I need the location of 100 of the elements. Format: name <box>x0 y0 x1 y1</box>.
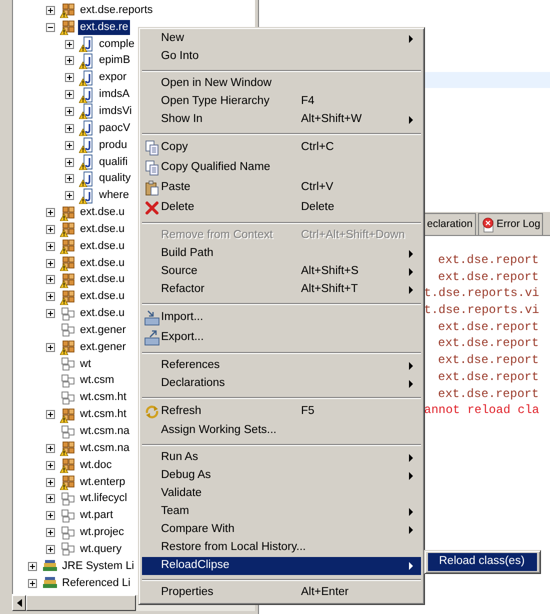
menu-item[interactable]: Properties Alt+Enter <box>142 584 421 602</box>
tree-item[interactable]: paocV <box>97 120 132 136</box>
empty-package-icon <box>60 390 76 406</box>
expand-toggle[interactable] <box>46 258 55 268</box>
tree-item[interactable]: JRE System Li <box>60 558 136 574</box>
expand-toggle[interactable] <box>46 410 55 420</box>
menu-item[interactable]: Refactor Alt+Shift+T <box>142 281 421 299</box>
expand-toggle[interactable] <box>65 40 74 49</box>
expand-toggle[interactable] <box>65 140 74 150</box>
menu-item[interactable]: New <box>142 30 421 48</box>
expand-toggle[interactable] <box>28 578 37 588</box>
expand-toggle[interactable] <box>46 242 55 251</box>
menu-item[interactable]: Go Into <box>142 48 421 66</box>
menu-item[interactable]: ReloadClipse <box>142 557 421 575</box>
expand-toggle[interactable] <box>46 224 55 234</box>
tree-item[interactable]: wt.lifecycl <box>78 491 130 506</box>
tree-item[interactable]: wt.csm.na <box>78 424 132 440</box>
menu-item[interactable]: Copy Ctrl+C <box>142 138 421 158</box>
tree-item[interactable]: produ <box>97 138 130 153</box>
tree-item[interactable]: ext.dse.u <box>78 222 127 237</box>
expand-toggle[interactable] <box>46 460 55 470</box>
expand-toggle[interactable] <box>65 106 74 116</box>
tree-item[interactable]: quality <box>97 171 133 186</box>
tree-item[interactable]: epimB <box>97 53 132 68</box>
tree-item[interactable]: wt.csm.ht <box>78 390 128 406</box>
expand-toggle[interactable] <box>46 309 55 318</box>
tree-item[interactable]: Referenced Li <box>60 576 132 591</box>
collapse-toggle[interactable] <box>46 22 55 32</box>
menu-item[interactable]: Import... <box>142 308 421 328</box>
tree-item[interactable]: wt.csm.ht <box>78 407 128 422</box>
tree-item[interactable]: wt.enterp <box>78 474 128 490</box>
tree-item[interactable]: expor <box>97 70 129 86</box>
menu-item[interactable]: Show In Alt+Shift+W <box>142 111 421 129</box>
expand-toggle[interactable] <box>46 528 55 538</box>
menu-item[interactable]: Compare With <box>142 521 421 539</box>
expand-toggle[interactable] <box>46 6 55 15</box>
scroll-thumb[interactable] <box>26 595 136 611</box>
expand-toggle[interactable] <box>65 90 74 100</box>
menu-item[interactable]: Copy Qualified Name <box>142 158 421 178</box>
expand-toggle[interactable] <box>65 73 74 82</box>
menu-item[interactable]: Refresh F5 <box>142 402 421 422</box>
console-line: ext.dse.report <box>438 353 539 368</box>
expand-toggle[interactable] <box>65 124 74 133</box>
expand-toggle[interactable] <box>65 174 74 184</box>
expand-toggle[interactable] <box>46 494 55 504</box>
expand-toggle[interactable] <box>46 478 55 487</box>
tree-item[interactable]: where <box>97 188 131 204</box>
tree-item[interactable]: imdsVi <box>97 104 134 119</box>
tree-item[interactable]: wt.csm <box>78 373 116 388</box>
menu-item[interactable]: Open Type Hierarchy F4 <box>142 93 421 111</box>
tree-item[interactable]: ext.gener <box>78 340 128 355</box>
expand-toggle[interactable] <box>46 208 55 218</box>
menu-item[interactable]: Delete Delete <box>142 198 421 218</box>
menu-item[interactable]: Assign Working Sets... <box>142 422 421 440</box>
menu-item[interactable]: Validate <box>142 485 421 503</box>
tree-item[interactable]: imdsA <box>97 87 132 102</box>
menu-item[interactable]: Restore from Local History... <box>142 539 421 557</box>
tree-item[interactable]: ext.dse.u <box>78 238 127 254</box>
expand-toggle[interactable] <box>46 544 55 554</box>
scroll-left-button[interactable] <box>12 595 26 611</box>
menu-item[interactable]: Source Alt+Shift+S <box>142 263 421 281</box>
tree-item[interactable]: wt.csm.na <box>78 440 132 456</box>
expand-toggle[interactable] <box>28 562 37 571</box>
view-tab[interactable]: Error Log <box>478 213 544 235</box>
tree-item[interactable]: ext.dse.u <box>78 205 127 220</box>
menu-item[interactable]: Export... <box>142 328 421 348</box>
menu-item[interactable]: Run As <box>142 449 421 467</box>
tree-item[interactable]: wt <box>78 356 93 372</box>
tree-item[interactable]: comple <box>97 36 136 52</box>
tree-item[interactable]: ext.dse.u <box>78 256 127 271</box>
tree-item[interactable]: wt.part <box>78 508 116 524</box>
expand-toggle[interactable] <box>46 511 55 520</box>
tree-item[interactable]: wt.doc <box>78 458 114 473</box>
menu-item-label: Restore from Local History... <box>161 540 306 556</box>
tree-item[interactable]: ext.dse.re <box>78 20 130 35</box>
menu-item[interactable]: Paste Ctrl+V <box>142 178 421 198</box>
expand-toggle[interactable] <box>65 158 74 167</box>
menu-item[interactable]: Team <box>142 503 421 521</box>
expand-toggle[interactable] <box>46 342 55 352</box>
view-tab[interactable]: eclaration <box>424 213 476 235</box>
expand-toggle[interactable] <box>46 275 55 284</box>
menu-item[interactable]: Build Path <box>142 245 421 263</box>
menu-item[interactable]: Reload class(es) <box>428 553 537 571</box>
tree-item[interactable]: wt.projec <box>78 525 126 540</box>
menu-item[interactable]: Open in New Window <box>142 75 421 93</box>
tree-item[interactable]: wt.query <box>78 542 124 557</box>
expand-toggle[interactable] <box>46 444 55 453</box>
tree-item[interactable]: ext.dse.reports <box>78 2 155 18</box>
menu-item[interactable]: References <box>142 357 421 375</box>
tree-item[interactable]: ext.dse.u <box>78 289 127 304</box>
tree-item[interactable]: ext.gener <box>78 322 128 338</box>
expand-toggle[interactable] <box>65 191 74 200</box>
tree-item[interactable]: ext.dse.u <box>78 306 127 322</box>
expand-toggle[interactable] <box>46 292 55 302</box>
menu-item[interactable]: Declarations <box>142 375 421 393</box>
tree-item[interactable]: qualifi <box>97 154 130 170</box>
expand-toggle[interactable] <box>65 56 74 66</box>
package-warning-icon <box>60 238 76 254</box>
tree-item[interactable]: ext.dse.u <box>78 272 127 288</box>
menu-item[interactable]: Debug As <box>142 467 421 485</box>
